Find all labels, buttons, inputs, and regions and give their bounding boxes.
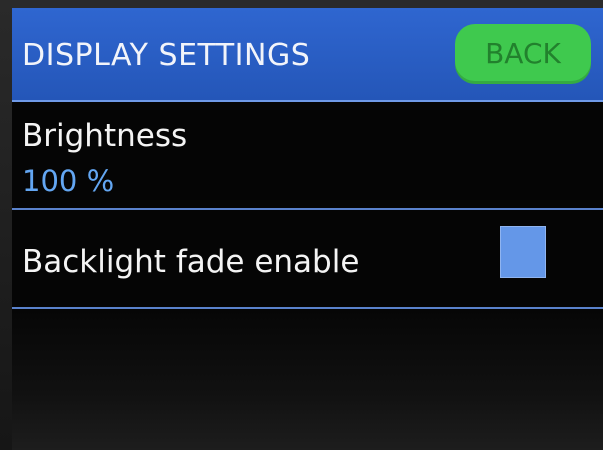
display-screen: DISPLAY SETTINGS BACK Brightness 100 % B…	[12, 8, 603, 450]
device-bezel: DISPLAY SETTINGS BACK Brightness 100 % B…	[0, 0, 603, 450]
backlight-fade-checkbox[interactable]	[500, 226, 546, 278]
backlight-fade-setting-row[interactable]: Backlight fade enable	[12, 210, 603, 309]
header-bar: DISPLAY SETTINGS BACK	[12, 8, 603, 102]
brightness-value: 100 %	[22, 164, 115, 198]
empty-list-area	[12, 309, 603, 450]
brightness-setting-row[interactable]: Brightness 100 %	[12, 102, 603, 210]
back-button[interactable]: BACK	[455, 24, 591, 84]
back-button-label: BACK	[485, 37, 561, 70]
backlight-fade-label: Backlight fade enable	[22, 244, 360, 280]
brightness-label: Brightness	[22, 118, 188, 154]
page-title: DISPLAY SETTINGS	[22, 38, 311, 73]
